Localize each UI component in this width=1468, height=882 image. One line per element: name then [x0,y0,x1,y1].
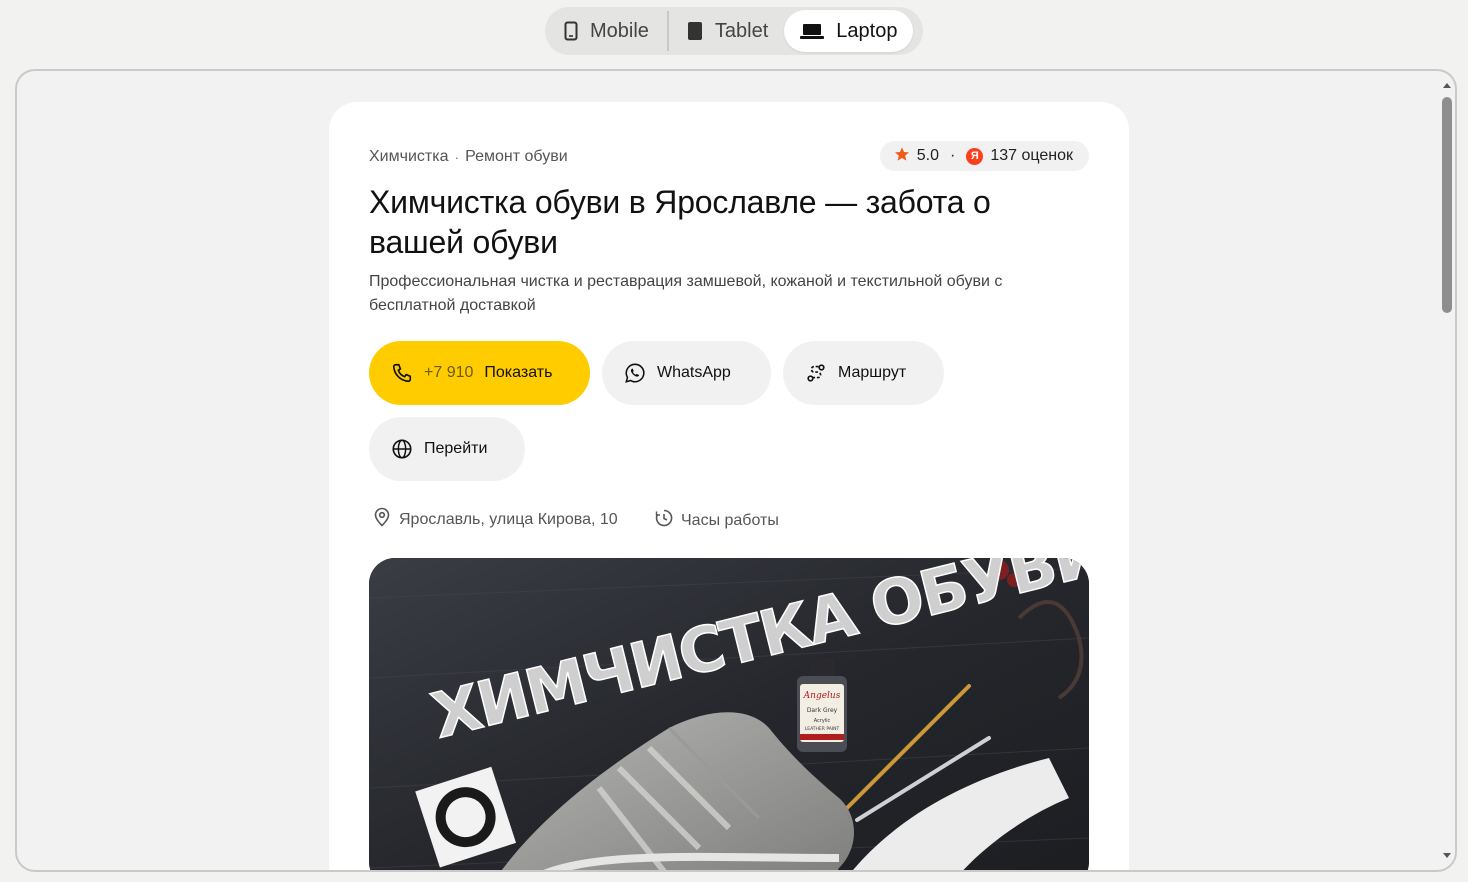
whatsapp-button[interactable]: WhatsApp [602,341,771,405]
bottle-type: Acrylic [814,718,831,724]
website-button[interactable]: Перейти [369,417,525,481]
website-label: Перейти [424,440,488,457]
phone-icon [391,362,413,384]
star-icon [894,146,910,167]
hours-link[interactable]: Часы работы [655,509,779,532]
route-icon [805,362,827,384]
scrollbar-thumb[interactable] [1442,97,1452,313]
page-title: Химчистка обуви в Ярославле — забота о в… [369,184,991,260]
address-text: Ярославль, улица Кирова, 10 [399,510,618,528]
tablet-device-icon [687,21,703,41]
device-switcher: Mobile Tablet Laptop [545,7,923,55]
shoe-cleaning-photo: ХИМЧИСТКА ОБУВИ Angelus Dark Grey Acryli… [369,558,1089,870]
whatsapp-icon [624,362,646,384]
location-pin-icon [373,507,391,532]
reviews-count: 137 оценок [990,147,1073,164]
category-breadcrumb: Химчистка · Ремонт обуви [369,148,568,166]
scroll-up-icon[interactable] [1443,83,1451,88]
route-label: Маршрут [838,364,907,381]
phone-device-icon [564,21,578,41]
clock-icon [655,509,673,532]
address-link[interactable]: Ярославль, улица Кирова, 10 [373,507,618,532]
yandex-logo-icon: Я [966,147,984,165]
page-subtitle: Профессиональная чистка и реставрация за… [369,273,1003,314]
scroll-down-icon[interactable] [1443,853,1451,858]
globe-icon [391,438,413,460]
hero-photo: ХИМЧИСТКА ОБУВИ Angelus Dark Grey Acryli… [369,558,1089,870]
phone-number-prefix: +7 910 [424,364,474,381]
business-card: Химчистка · Ремонт обуви 5.0 · Я 137 оце… [329,102,1129,870]
hours-text: Часы работы [681,511,779,529]
laptop-tab[interactable]: Laptop [784,10,914,52]
category-separator: · [454,149,460,165]
mobile-tab-label: Mobile [590,19,649,42]
laptop-device-icon [800,22,825,40]
rating-score: 5.0 [916,147,940,164]
show-phone-label: Показать [484,364,553,381]
bottle-brand: Angelus [803,691,841,701]
rating-separator: · [950,147,956,164]
rating-badge[interactable]: 5.0 · Я 137 оценок [879,141,1089,171]
tablet-tab[interactable]: Tablet [671,10,784,52]
preview-frame: Химчистка · Ремонт обуви 5.0 · Я 137 оце… [15,69,1457,872]
switcher-divider [666,11,669,51]
category-drycleaning[interactable]: Химчистка [369,148,448,166]
bottle-color: Dark Grey [807,707,838,714]
category-shoe-repair[interactable]: Ремонт обуви [465,148,568,166]
tablet-tab-label: Tablet [714,19,769,42]
show-phone-button[interactable]: +7 910 Показать [369,341,590,405]
laptop-tab-label: Laptop [836,19,898,42]
whatsapp-label: WhatsApp [657,364,731,381]
bottle-product: LEATHER PAINT [805,726,840,732]
route-button[interactable]: Маршрут [783,341,944,405]
scrollbar[interactable] [1439,81,1455,860]
mobile-tab[interactable]: Mobile [548,10,665,52]
